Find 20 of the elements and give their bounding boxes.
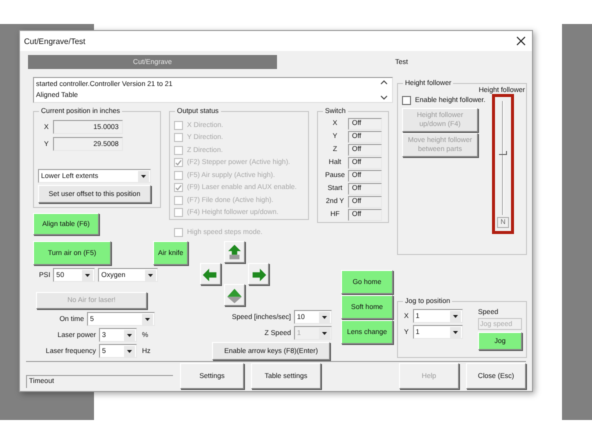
- move-down-button[interactable]: [224, 284, 246, 306]
- caret-icon: [82, 270, 94, 280]
- slider-thumb[interactable]: [499, 151, 507, 156]
- checkbox[interactable]: [402, 96, 411, 105]
- move-left-button[interactable]: [200, 263, 222, 285]
- move-up-button[interactable]: [224, 241, 246, 263]
- caret-icon: [319, 328, 330, 338]
- caret-icon: [319, 312, 330, 322]
- caret-icon: [138, 170, 149, 182]
- caret-icon: [124, 330, 135, 340]
- window-title: Cut/Engrave/Test: [24, 36, 86, 46]
- caret-icon: [450, 326, 461, 338]
- caret-icon: [450, 310, 461, 322]
- chevron-down-icon[interactable]: [380, 95, 388, 101]
- close-icon[interactable]: [516, 36, 526, 46]
- move-right-button[interactable]: [248, 263, 270, 285]
- caret-icon: [145, 270, 156, 280]
- chevron-up-icon[interactable]: [380, 79, 388, 85]
- caret-icon: [142, 314, 153, 324]
- caret-icon: [124, 346, 135, 356]
